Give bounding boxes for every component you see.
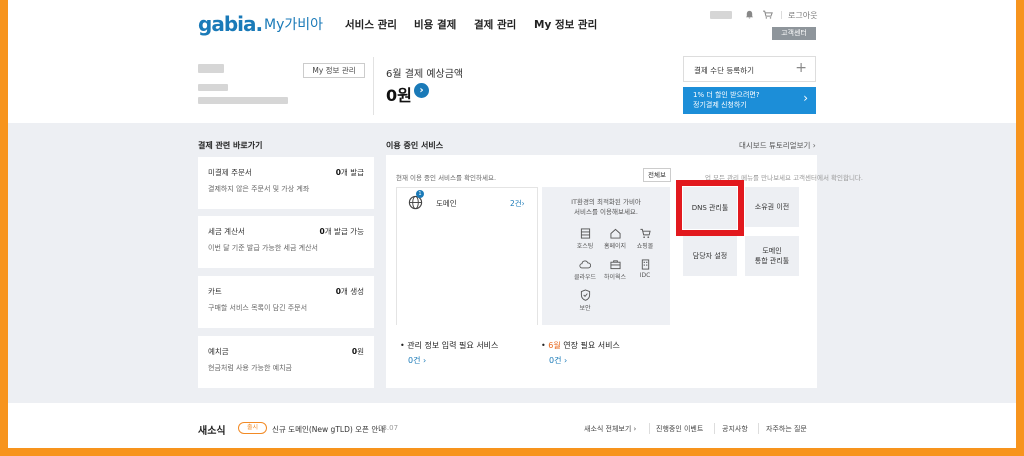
chevron-right-icon[interactable]: › [414, 83, 429, 98]
card-title: 예치금 [208, 347, 229, 356]
card-value: 0개 생성 [335, 287, 364, 296]
briefcase-icon [609, 260, 621, 270]
util-divider: | [780, 10, 783, 19]
plus-icon: + [795, 60, 807, 76]
notice-link[interactable]: 공지사항 [722, 424, 748, 434]
nav-cost-payment[interactable]: 비용 결제 [414, 17, 456, 32]
card-desc: 결제하지 않은 주문서 및 가상 계좌 [208, 185, 310, 193]
service-promo-panel: IT환경의 최적화된 가비아 서비스를 이용해보세요. 호스팅 홈페이지 쇼핑몰… [542, 187, 670, 325]
chevron-right-icon: › [803, 91, 808, 105]
username-redacted [710, 11, 732, 19]
card-value: 0원 [351, 347, 364, 356]
building-icon [641, 259, 649, 270]
domain-count-badge: 1 [416, 190, 424, 198]
card-desc: 현금처럼 사용 가능한 예치금 [208, 364, 292, 372]
faq-link[interactable]: 자주하는 질문 [766, 424, 807, 434]
card-desc: 이번 달 기준 발급 가능한 세금 계산서 [208, 244, 318, 252]
promo-security[interactable]: 보안 [570, 289, 600, 312]
card-value: 0개 발급 가능 [319, 227, 365, 236]
auto-pay-promo-button[interactable]: 1% 더 할인 받으려면? 정기결제 신청하기 › [683, 87, 816, 114]
cart-icon[interactable] [763, 10, 773, 21]
frame-bottom-band [0, 448, 1024, 456]
cart-icon [639, 228, 651, 238]
pending-info-count[interactable]: 0건 › [408, 355, 426, 366]
domain-integrated-manager-button[interactable]: 도메인 통합 관리툴 [745, 236, 799, 276]
shortcut-card-unpaid[interactable]: 미결제 주문서 0개 발급 결제하지 않은 주문서 및 가상 계좌 [198, 157, 374, 209]
promo-shopping[interactable]: 쇼핑몰 [630, 228, 660, 250]
logout-link[interactable]: 로그아웃 [788, 10, 817, 21]
shortcut-card-deposit[interactable]: 예치금 0원 현금처럼 사용 가능한 예치금 [198, 336, 374, 388]
my-gabia-logo[interactable]: My가비아 [264, 14, 323, 34]
server-icon [580, 228, 590, 239]
shortcuts-title: 결제 관련 바로가기 [198, 141, 263, 150]
user-id-redacted [198, 84, 228, 91]
owner-transfer-button[interactable]: 소유권 이전 [745, 187, 799, 227]
summary-divider [373, 57, 374, 115]
shortcut-card-tax-invoice[interactable]: 세금 계산서 0개 발급 가능 이번 달 기준 발급 가능한 세금 계산서 [198, 216, 374, 268]
dns-manager-button[interactable]: DNS 관리툴 [683, 187, 737, 229]
monthly-amount: 0원 [386, 86, 412, 105]
news-date: 03.07 [378, 424, 399, 432]
promo-cloud[interactable]: 클라우드 [570, 259, 600, 281]
home-icon [609, 228, 621, 239]
user-email-redacted [198, 97, 288, 104]
nav-service-management[interactable]: 서비스 관리 [345, 17, 397, 32]
payment-register-button[interactable]: 결제 수단 등록하기 + [683, 56, 816, 82]
services-hint: 현재 이용 중인 서비스를 확인하세요. [396, 174, 497, 182]
card-desc: 구매할 서비스 목록이 담긴 주문서 [208, 304, 308, 312]
dashboard-tutorial-link[interactable]: 대시보드 튜토리얼보기 › [739, 140, 816, 151]
renewal-needed-title: • 6월 연장 필요 서비스 [541, 341, 620, 350]
news-separator [758, 423, 759, 434]
news-title: 새소식 [198, 426, 226, 437]
promo-line-1: 1% 더 할인 받으려면? [693, 91, 760, 99]
promo-line-2: 정기결제 신청하기 [693, 101, 747, 109]
promo-hosting[interactable]: 호스팅 [570, 228, 600, 250]
monthly-estimate-label: 6월 결제 예상금액 [386, 69, 464, 80]
shortcut-card-cart[interactable]: 카트 0개 생성 구매할 서비스 목록이 담긴 주문서 [198, 276, 374, 328]
news-all-link[interactable]: 새소식 전체보기 › [584, 424, 636, 434]
card-value: 0개 발급 [335, 168, 364, 177]
news-separator [649, 423, 650, 434]
news-badge: 출시 [238, 422, 267, 434]
bell-icon[interactable] [745, 10, 754, 21]
pending-info-title: • 관리 정보 입력 필요 서비스 [400, 341, 499, 350]
promo-heading: IT환경의 최적화된 가비아 서비스를 이용해보세요. [571, 198, 641, 216]
domain-label: 도메인 [436, 199, 457, 208]
nav-payment-management[interactable]: 결제 관리 [474, 17, 516, 32]
gabia-logo[interactable]: gabia. [198, 12, 263, 36]
payment-register-label: 결제 수단 등록하기 [694, 66, 754, 75]
shield-icon [580, 289, 590, 301]
my-info-button[interactable]: My 정보 관리 [303, 63, 365, 78]
manager-setting-button[interactable]: 담당자 설정 [683, 236, 737, 276]
renewal-needed-count[interactable]: 0건 › [549, 355, 567, 366]
promo-hiworks[interactable]: 하이웍스 [600, 259, 630, 281]
news-separator [714, 423, 715, 434]
services-title: 이용 중인 서비스 [386, 141, 444, 150]
promo-idc[interactable]: IDC [630, 259, 660, 279]
news-headline[interactable]: 신규 도메인(New gTLD) 오픈 안내 [272, 424, 385, 435]
cloud-icon [579, 260, 591, 269]
view-all-button[interactable]: 전체보 [643, 168, 671, 182]
promo-homepage[interactable]: 홈페이지 [600, 228, 630, 250]
page-frame: gabia. My가비아 서비스 관리 비용 결제 결제 관리 My 정보 관리… [8, 0, 1016, 448]
nav-my-info[interactable]: My 정보 관리 [534, 17, 597, 32]
customer-center-button[interactable]: 고객센터 [772, 27, 816, 40]
events-link[interactable]: 진행중인 이벤트 [656, 424, 703, 434]
user-name-redacted [198, 64, 224, 73]
domain-count-link[interactable]: 2건› [510, 198, 525, 209]
